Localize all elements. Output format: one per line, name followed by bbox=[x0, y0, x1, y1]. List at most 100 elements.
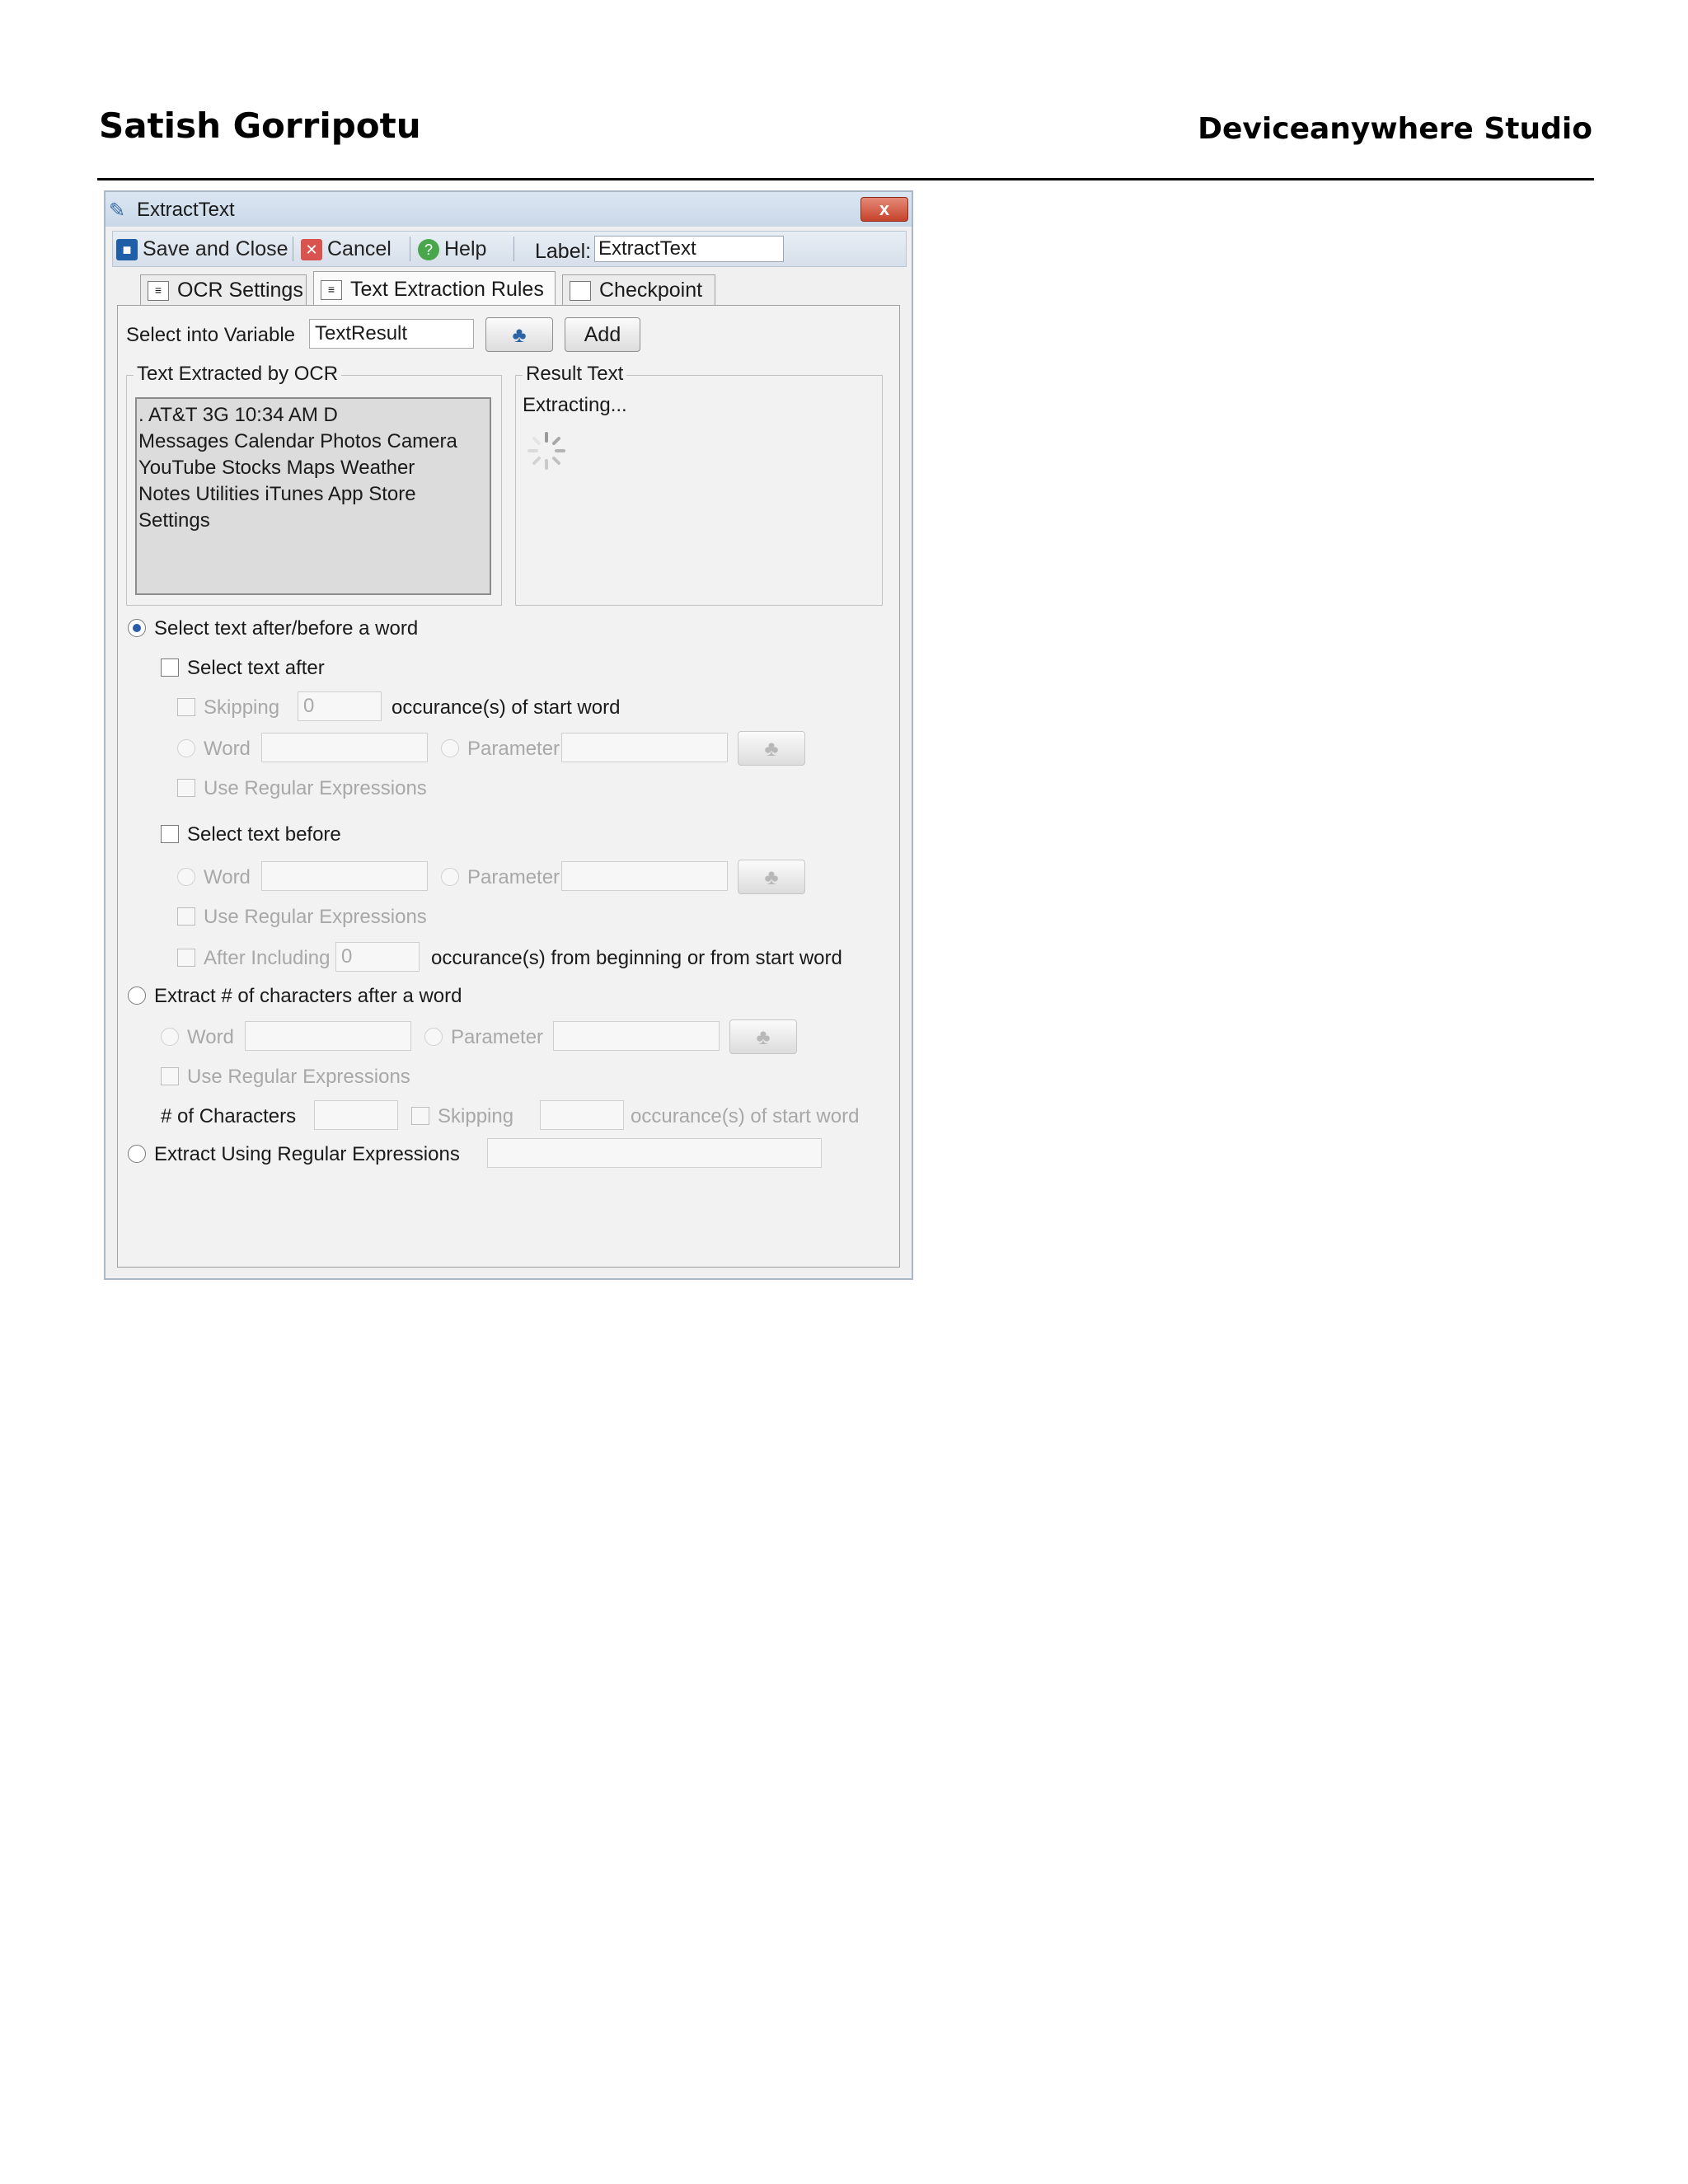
after-including-suffix: occurance(s) from beginning or from star… bbox=[431, 947, 842, 969]
opt-regex-radio[interactable] bbox=[128, 1145, 146, 1163]
after-parameter-radio[interactable] bbox=[441, 739, 459, 757]
label-caption: Label: bbox=[535, 240, 592, 263]
after-including-input[interactable]: 0 bbox=[335, 942, 420, 972]
document-icon bbox=[570, 281, 591, 302]
result-status: Extracting... bbox=[523, 394, 627, 416]
puzzle-piece-icon: ♣ bbox=[512, 322, 527, 347]
num-parameter-label: Parameter bbox=[451, 1026, 544, 1048]
after-skipping-label: Skipping bbox=[204, 696, 280, 719]
after-parameter-input[interactable] bbox=[561, 733, 728, 762]
floppy-disk-icon: ■ bbox=[116, 239, 138, 261]
toolbar: ■ Save and Close ✕ Cancel ? Help Label: Ext… bbox=[112, 231, 907, 267]
before-regex-checkbox[interactable] bbox=[177, 907, 195, 926]
help-icon: ? bbox=[418, 239, 439, 261]
ocr-line: Messages Calendar Photos Camera bbox=[138, 430, 457, 452]
close-icon: x bbox=[879, 199, 890, 219]
ocr-line: . AT&T 3G 10:34 AM D bbox=[138, 404, 338, 426]
help-label: Help bbox=[444, 237, 487, 260]
after-skipping-suffix: occurance(s) of start word bbox=[392, 696, 621, 719]
toolbar-separator bbox=[513, 237, 514, 261]
puzzle-piece-icon: ♣ bbox=[764, 865, 779, 889]
tab-ocr-settings[interactable]: ≡ OCR Settings bbox=[140, 274, 307, 306]
save-and-close-label: Save and Close bbox=[143, 237, 288, 260]
opt-after-before-label: Select text after/before a word bbox=[154, 617, 419, 640]
extract-text-icon: ✎ bbox=[109, 199, 126, 222]
cancel-icon: ✕ bbox=[301, 239, 322, 261]
add-button[interactable]: Add bbox=[565, 317, 640, 352]
before-parameter-radio[interactable] bbox=[441, 868, 459, 886]
num-chars-input[interactable] bbox=[314, 1100, 398, 1130]
rules-panel: Select into Variable TextResult ♣ Add Te… bbox=[117, 305, 900, 1268]
num-parameter-input[interactable] bbox=[553, 1021, 720, 1051]
app-name: Deviceanywhere Studio bbox=[1198, 112, 1592, 146]
select-before-checkbox[interactable] bbox=[161, 825, 179, 843]
select-after-checkbox[interactable] bbox=[161, 658, 179, 677]
before-regex-label: Use Regular Expressions bbox=[204, 906, 427, 928]
tab-label: Text Extraction Rules bbox=[350, 278, 544, 301]
spinner-icon bbox=[528, 432, 565, 470]
after-skipping-input[interactable]: 0 bbox=[298, 691, 382, 721]
opt-num-chars-label: Extract # of characters after a word bbox=[154, 985, 462, 1007]
before-word-input[interactable] bbox=[261, 861, 428, 891]
opt-num-chars-radio[interactable] bbox=[128, 987, 146, 1005]
cancel-button[interactable]: ✕ Cancel bbox=[301, 236, 392, 262]
tab-checkpoint[interactable]: Checkpoint bbox=[562, 274, 715, 306]
help-button[interactable]: ? Help bbox=[418, 236, 486, 262]
num-skipping-input[interactable] bbox=[540, 1100, 624, 1130]
opt-regex-label: Extract Using Regular Expressions bbox=[154, 1143, 460, 1165]
after-word-radio[interactable] bbox=[177, 739, 195, 757]
num-parameter-button[interactable]: ♣ bbox=[729, 1019, 797, 1054]
after-parameter-button[interactable]: ♣ bbox=[738, 731, 805, 766]
before-parameter-label: Parameter bbox=[467, 866, 560, 888]
select-before-label: Select text before bbox=[187, 823, 341, 846]
before-parameter-button[interactable]: ♣ bbox=[738, 860, 805, 894]
author-name: Satish Gorripotu bbox=[99, 105, 421, 146]
puzzle-piece-icon: ♣ bbox=[764, 736, 779, 761]
num-skipping-checkbox[interactable] bbox=[411, 1107, 429, 1125]
title-bar[interactable]: ✎ ExtractText x bbox=[106, 192, 912, 227]
page-header: Satish Gorripotu Deviceanywhere Studio bbox=[99, 105, 1592, 155]
close-button[interactable]: x bbox=[860, 197, 908, 222]
num-parameter-radio[interactable] bbox=[424, 1028, 443, 1046]
result-text-group: Result Text Extracting... bbox=[515, 363, 883, 606]
after-skipping-checkbox[interactable] bbox=[177, 698, 195, 716]
variable-input[interactable]: TextResult bbox=[309, 319, 474, 349]
num-regex-label: Use Regular Expressions bbox=[187, 1066, 410, 1088]
num-regex-checkbox[interactable] bbox=[161, 1067, 179, 1085]
parameter-button[interactable]: ♣ bbox=[485, 317, 553, 352]
after-including-checkbox[interactable] bbox=[177, 949, 195, 967]
num-word-radio[interactable] bbox=[161, 1028, 179, 1046]
select-after-label: Select text after bbox=[187, 657, 325, 679]
num-word-label: Word bbox=[187, 1026, 234, 1048]
save-and-close-button[interactable]: ■ Save and Close bbox=[116, 236, 288, 262]
before-parameter-input[interactable] bbox=[561, 861, 728, 891]
ocr-text-area[interactable]: . AT&T 3G 10:34 AM D Messages Calendar P… bbox=[135, 397, 491, 595]
regex-input[interactable] bbox=[487, 1138, 822, 1168]
after-regex-label: Use Regular Expressions bbox=[204, 777, 427, 799]
dialog-title: ExtractText bbox=[137, 199, 235, 221]
num-word-input[interactable] bbox=[245, 1021, 411, 1051]
document-icon: ≡ bbox=[148, 281, 169, 302]
num-skipping-label: Skipping bbox=[438, 1105, 514, 1127]
tab-label: Checkpoint bbox=[599, 279, 703, 302]
tab-text-extraction-rules[interactable]: ≡ Text Extraction Rules bbox=[313, 271, 556, 306]
select-variable-label: Select into Variable bbox=[126, 324, 296, 346]
before-word-label: Word bbox=[204, 866, 251, 888]
ocr-line: Settings bbox=[138, 509, 210, 532]
num-skipping-suffix: occurance(s) of start word bbox=[631, 1105, 860, 1127]
ocr-line: YouTube Stocks Maps Weather bbox=[138, 457, 415, 479]
num-chars-label: # of Characters bbox=[161, 1105, 297, 1127]
label-input[interactable]: ExtractText bbox=[594, 236, 784, 262]
after-regex-checkbox[interactable] bbox=[177, 779, 195, 797]
before-word-radio[interactable] bbox=[177, 868, 195, 886]
tab-label: OCR Settings bbox=[177, 279, 303, 302]
cancel-label: Cancel bbox=[327, 237, 392, 260]
extract-text-dialog: ✎ ExtractText x ■ Save and Close ✕ Cancel … bbox=[104, 190, 913, 1280]
puzzle-piece-icon: ♣ bbox=[756, 1024, 771, 1049]
after-parameter-label: Parameter bbox=[467, 738, 560, 760]
opt-after-before-radio[interactable] bbox=[128, 619, 146, 637]
after-word-label: Word bbox=[204, 738, 251, 760]
after-word-input[interactable] bbox=[261, 733, 428, 762]
header-divider bbox=[97, 178, 1594, 180]
result-group-legend: Result Text bbox=[523, 363, 627, 386]
